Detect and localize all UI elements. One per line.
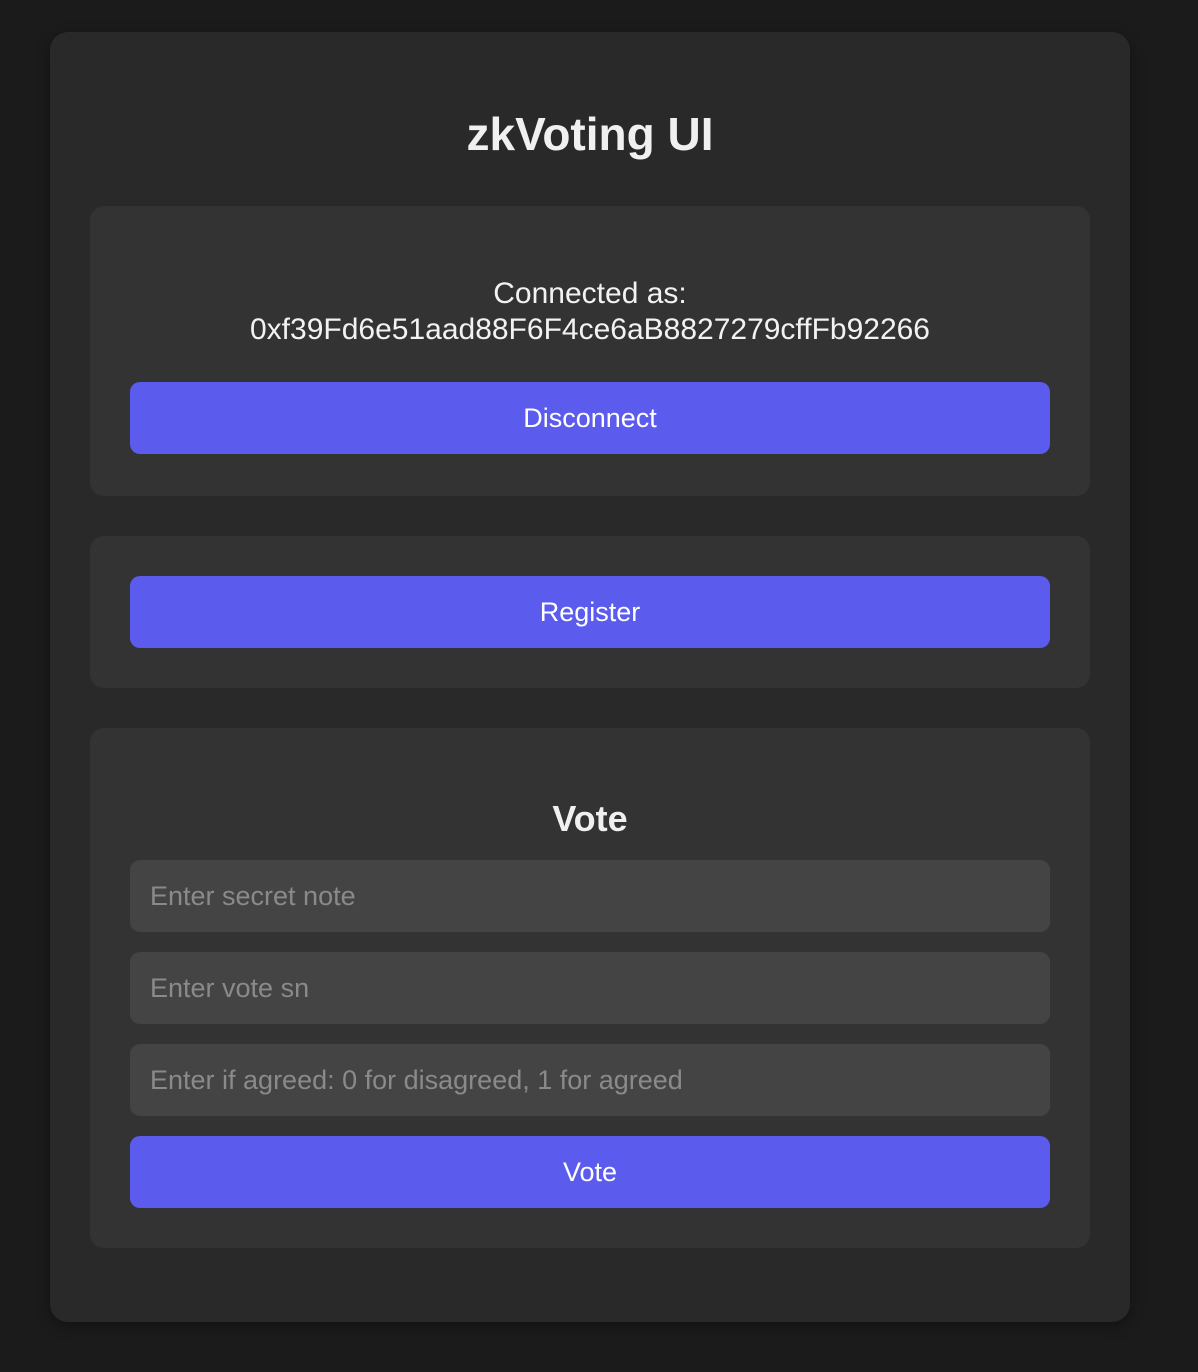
connection-panel: Connected as: 0xf39Fd6e51aad88F6F4ce6aB8…: [90, 206, 1090, 496]
wallet-address: 0xf39Fd6e51aad88F6F4ce6aB8827279cffFb922…: [250, 313, 930, 346]
page-title: zkVoting UI: [466, 108, 714, 160]
vote-button[interactable]: Vote: [130, 1136, 1050, 1208]
vote-panel: Vote Vote: [90, 728, 1090, 1248]
agreed-input[interactable]: [130, 1044, 1050, 1116]
register-button[interactable]: Register: [130, 576, 1050, 648]
secret-note-input[interactable]: [130, 860, 1050, 932]
connected-as-label: Connected as:: [493, 277, 687, 310]
vote-heading: Vote: [552, 798, 628, 839]
app-card: zkVoting UI Connected as: 0xf39Fd6e51aad…: [50, 32, 1130, 1322]
register-panel: Register: [90, 536, 1090, 688]
connection-status: Connected as: 0xf39Fd6e51aad88F6F4ce6aB8…: [130, 276, 1050, 348]
vote-sn-input[interactable]: [130, 952, 1050, 1024]
disconnect-button[interactable]: Disconnect: [130, 382, 1050, 454]
